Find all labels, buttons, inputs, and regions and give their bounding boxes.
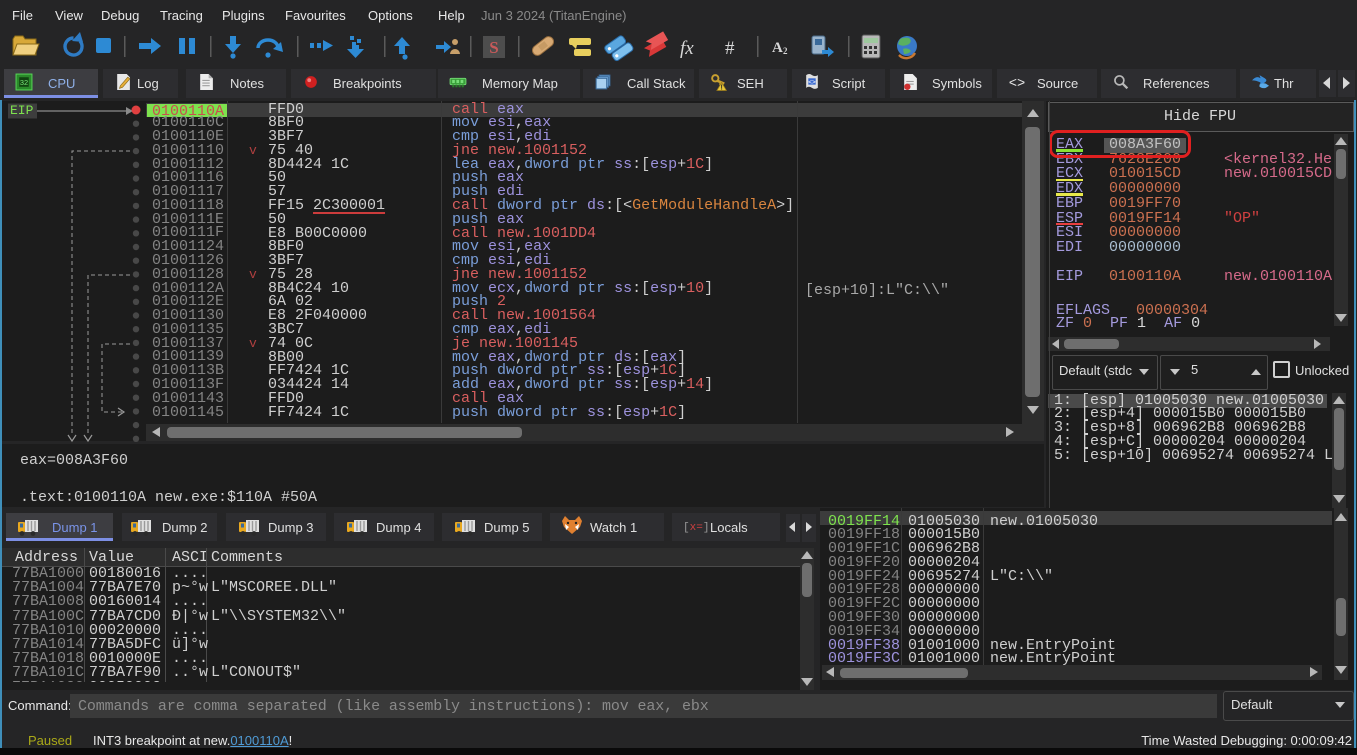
- svg-text:EIP: EIP: [10, 103, 34, 118]
- svg-text:32: 32: [20, 78, 28, 87]
- svg-text:A: A: [772, 40, 783, 56]
- svg-text:2: 2: [783, 46, 788, 56]
- svg-text:#: #: [725, 38, 735, 59]
- svg-text:[x=]: [x=]: [683, 522, 709, 534]
- svg-text:<>: <>: [1009, 76, 1026, 90]
- svg-text:!: !: [720, 84, 722, 91]
- svg-text:<>: <>: [808, 79, 816, 86]
- svg-text:fx: fx: [680, 38, 694, 59]
- svg-text:S: S: [489, 38, 498, 57]
